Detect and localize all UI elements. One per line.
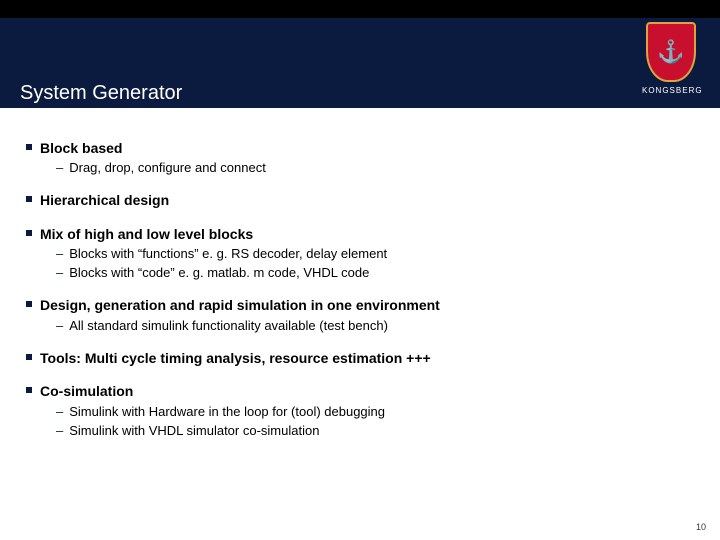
- topic: Co-simulation –Simulink with Hardware in …: [26, 381, 694, 440]
- bullet-level1: Co-simulation: [26, 381, 694, 401]
- crest-glyph-icon: ⚓: [657, 41, 684, 63]
- dash-bullet-icon: –: [56, 245, 63, 263]
- crest-icon: ⚓: [646, 22, 696, 82]
- sub-bullet-list: –Drag, drop, configure and connect: [56, 159, 694, 177]
- top-black-band: [0, 0, 720, 18]
- bullet-level1: Hierarchical design: [26, 190, 694, 210]
- bullet-label: Design, generation and rapid simulation …: [40, 295, 440, 315]
- slide-title: System Generator: [20, 82, 182, 105]
- bullet-level1: Design, generation and rapid simulation …: [26, 295, 694, 315]
- topic: Tools: Multi cycle timing analysis, reso…: [26, 348, 694, 368]
- dash-bullet-icon: –: [56, 159, 63, 177]
- sub-bullet-list: –Simulink with Hardware in the loop for …: [56, 403, 694, 440]
- sub-bullet-text: Blocks with “functions” e. g. RS decoder…: [69, 245, 387, 263]
- bullet-label: Co-simulation: [40, 381, 133, 401]
- bullet-label: Block based: [40, 138, 122, 158]
- bullet-level2: –Drag, drop, configure and connect: [56, 159, 694, 177]
- bullet-level1: Tools: Multi cycle timing analysis, reso…: [26, 348, 694, 368]
- bullet-label: Hierarchical design: [40, 190, 169, 210]
- sub-bullet-text: All standard simulink functionality avai…: [69, 317, 388, 335]
- bullet-level2: –Blocks with “code” e. g. matlab. m code…: [56, 264, 694, 282]
- sub-bullet-list: –All standard simulink functionality ava…: [56, 317, 694, 335]
- topic: Mix of high and low level blocks–Blocks …: [26, 224, 694, 283]
- sub-bullet-text: Blocks with “code” e. g. matlab. m code,…: [69, 264, 369, 282]
- brand-name: KONGSBERG: [642, 86, 700, 95]
- square-bullet-icon: [26, 387, 32, 393]
- dash-bullet-icon: –: [56, 403, 63, 421]
- dash-bullet-icon: –: [56, 264, 63, 282]
- sub-bullet-text: Drag, drop, configure and connect: [69, 159, 266, 177]
- sub-bullet-text: Simulink with VHDL simulator co-simulati…: [69, 422, 319, 440]
- topic: Block based–Drag, drop, configure and co…: [26, 138, 694, 177]
- square-bullet-icon: [26, 301, 32, 307]
- square-bullet-icon: [26, 196, 32, 202]
- sub-bullet-list: –Blocks with “functions” e. g. RS decode…: [56, 245, 694, 282]
- topic: Design, generation and rapid simulation …: [26, 295, 694, 334]
- header-banner: System Generator ⚓ KONGSBERG: [0, 0, 720, 108]
- page-number: 10: [696, 522, 706, 532]
- bullet-level2: –Simulink with VHDL simulator co-simulat…: [56, 422, 694, 440]
- square-bullet-icon: [26, 230, 32, 236]
- bullet-label: Tools: Multi cycle timing analysis, reso…: [40, 348, 431, 368]
- dash-bullet-icon: –: [56, 422, 63, 440]
- bullet-level2: –All standard simulink functionality ava…: [56, 317, 694, 335]
- bullet-level2: –Simulink with Hardware in the loop for …: [56, 403, 694, 421]
- square-bullet-icon: [26, 144, 32, 150]
- slide-body: Block based–Drag, drop, configure and co…: [0, 108, 720, 440]
- sub-bullet-text: Simulink with Hardware in the loop for (…: [69, 403, 385, 421]
- topic: Hierarchical design: [26, 190, 694, 210]
- brand-logo: ⚓ KONGSBERG: [642, 22, 700, 95]
- bullet-label: Mix of high and low level blocks: [40, 224, 253, 244]
- dash-bullet-icon: –: [56, 317, 63, 335]
- bullet-level2: –Blocks with “functions” e. g. RS decode…: [56, 245, 694, 263]
- bullet-level1: Mix of high and low level blocks: [26, 224, 694, 244]
- bullet-level1: Block based: [26, 138, 694, 158]
- square-bullet-icon: [26, 354, 32, 360]
